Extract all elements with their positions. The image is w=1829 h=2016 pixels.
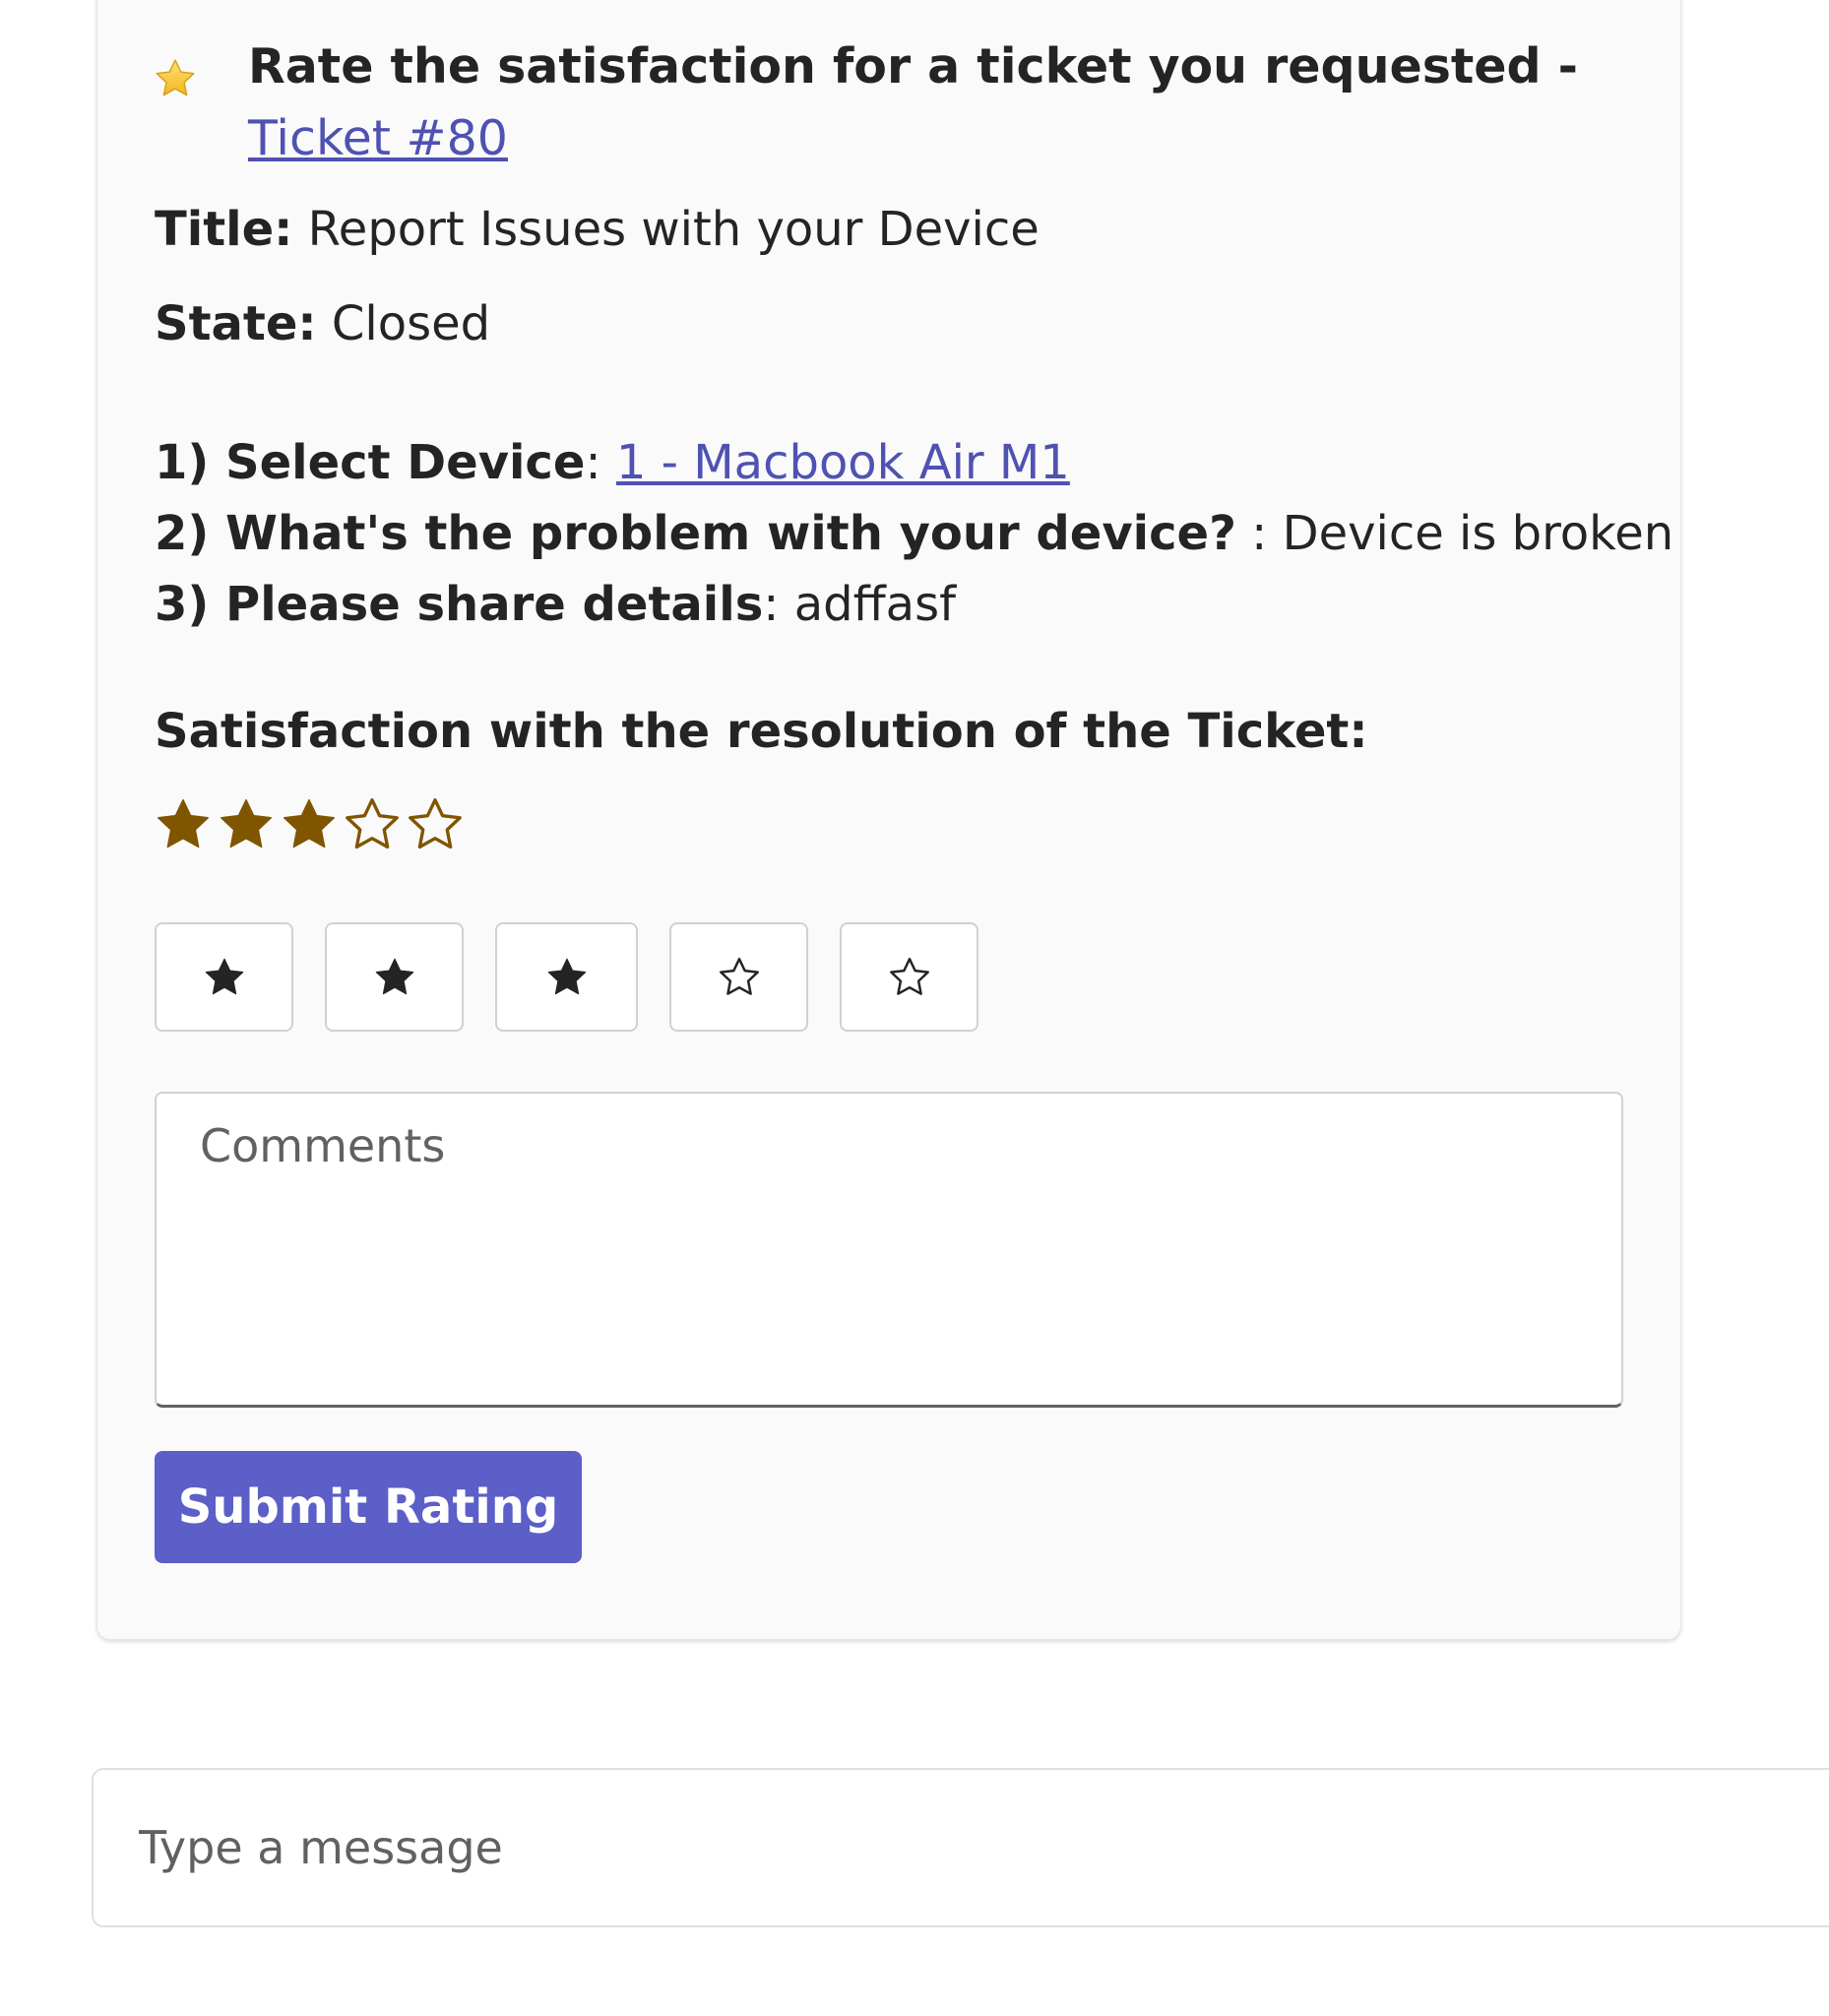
answer-value: adffasf <box>793 577 956 632</box>
star-icon <box>156 59 195 96</box>
card-heading-text: Rate the satisfaction for a ticket you r… <box>248 38 1578 94</box>
answer-label: 1) Select Device <box>155 435 586 490</box>
answer-row: 2) What's the problem with your device? … <box>155 498 1673 569</box>
card-heading: Rate the satisfaction for a ticket you r… <box>248 31 1646 174</box>
state-field: State: Closed <box>155 288 490 359</box>
star-filled-icon <box>547 958 586 994</box>
rate-2-star-button[interactable] <box>325 922 464 1032</box>
answer-separator: : <box>585 435 616 490</box>
title-label: Title: <box>155 202 293 257</box>
star-filled-icon <box>221 798 272 849</box>
title-field: Title: Report Issues with your Device <box>155 194 1040 265</box>
star-outline-icon <box>889 957 929 995</box>
star-filled-icon <box>205 958 243 994</box>
star-filled-icon <box>284 798 335 849</box>
rate-4-star-button[interactable] <box>669 922 808 1032</box>
rating-card: Rate the satisfaction for a ticket you r… <box>96 0 1681 1640</box>
ticket-link[interactable]: Ticket #80 <box>248 110 508 166</box>
rate-5-star-button[interactable] <box>840 922 978 1032</box>
rating-stars-display <box>153 794 466 873</box>
state-value: Closed <box>316 296 491 351</box>
star-outline-icon <box>719 957 759 995</box>
ticket-answers: 1) Select Device: 1 - Macbook Air M1 2) … <box>155 427 1673 640</box>
state-label: State: <box>155 296 317 351</box>
rate-1-star-button[interactable] <box>155 922 293 1032</box>
title-value: Report Issues with your Device <box>292 202 1040 257</box>
answer-separator: : <box>1235 506 1283 561</box>
star-outline-icon <box>409 798 462 850</box>
comments-input[interactable] <box>155 1092 1623 1408</box>
answer-row: 3) Please share details: adffasf <box>155 569 1673 640</box>
satisfaction-heading: Satisfaction with the resolution of the … <box>155 704 1368 759</box>
answer-row: 1) Select Device: 1 - Macbook Air M1 <box>155 427 1673 498</box>
star-filled-icon <box>375 958 413 994</box>
submit-rating-button[interactable]: Submit Rating <box>155 1451 582 1563</box>
rate-3-star-button[interactable] <box>495 922 638 1032</box>
message-input[interactable] <box>92 1768 1829 1927</box>
star-outline-icon <box>346 798 399 850</box>
star-filled-icon <box>158 798 209 849</box>
answer-separator: : <box>763 577 794 632</box>
answer-value: Device is broken <box>1282 506 1674 561</box>
device-link[interactable]: 1 - Macbook Air M1 <box>616 435 1070 490</box>
answer-label: 2) What's the problem with your device? <box>155 506 1236 561</box>
rating-buttons <box>155 922 1010 1032</box>
answer-label: 3) Please share details <box>155 577 764 632</box>
